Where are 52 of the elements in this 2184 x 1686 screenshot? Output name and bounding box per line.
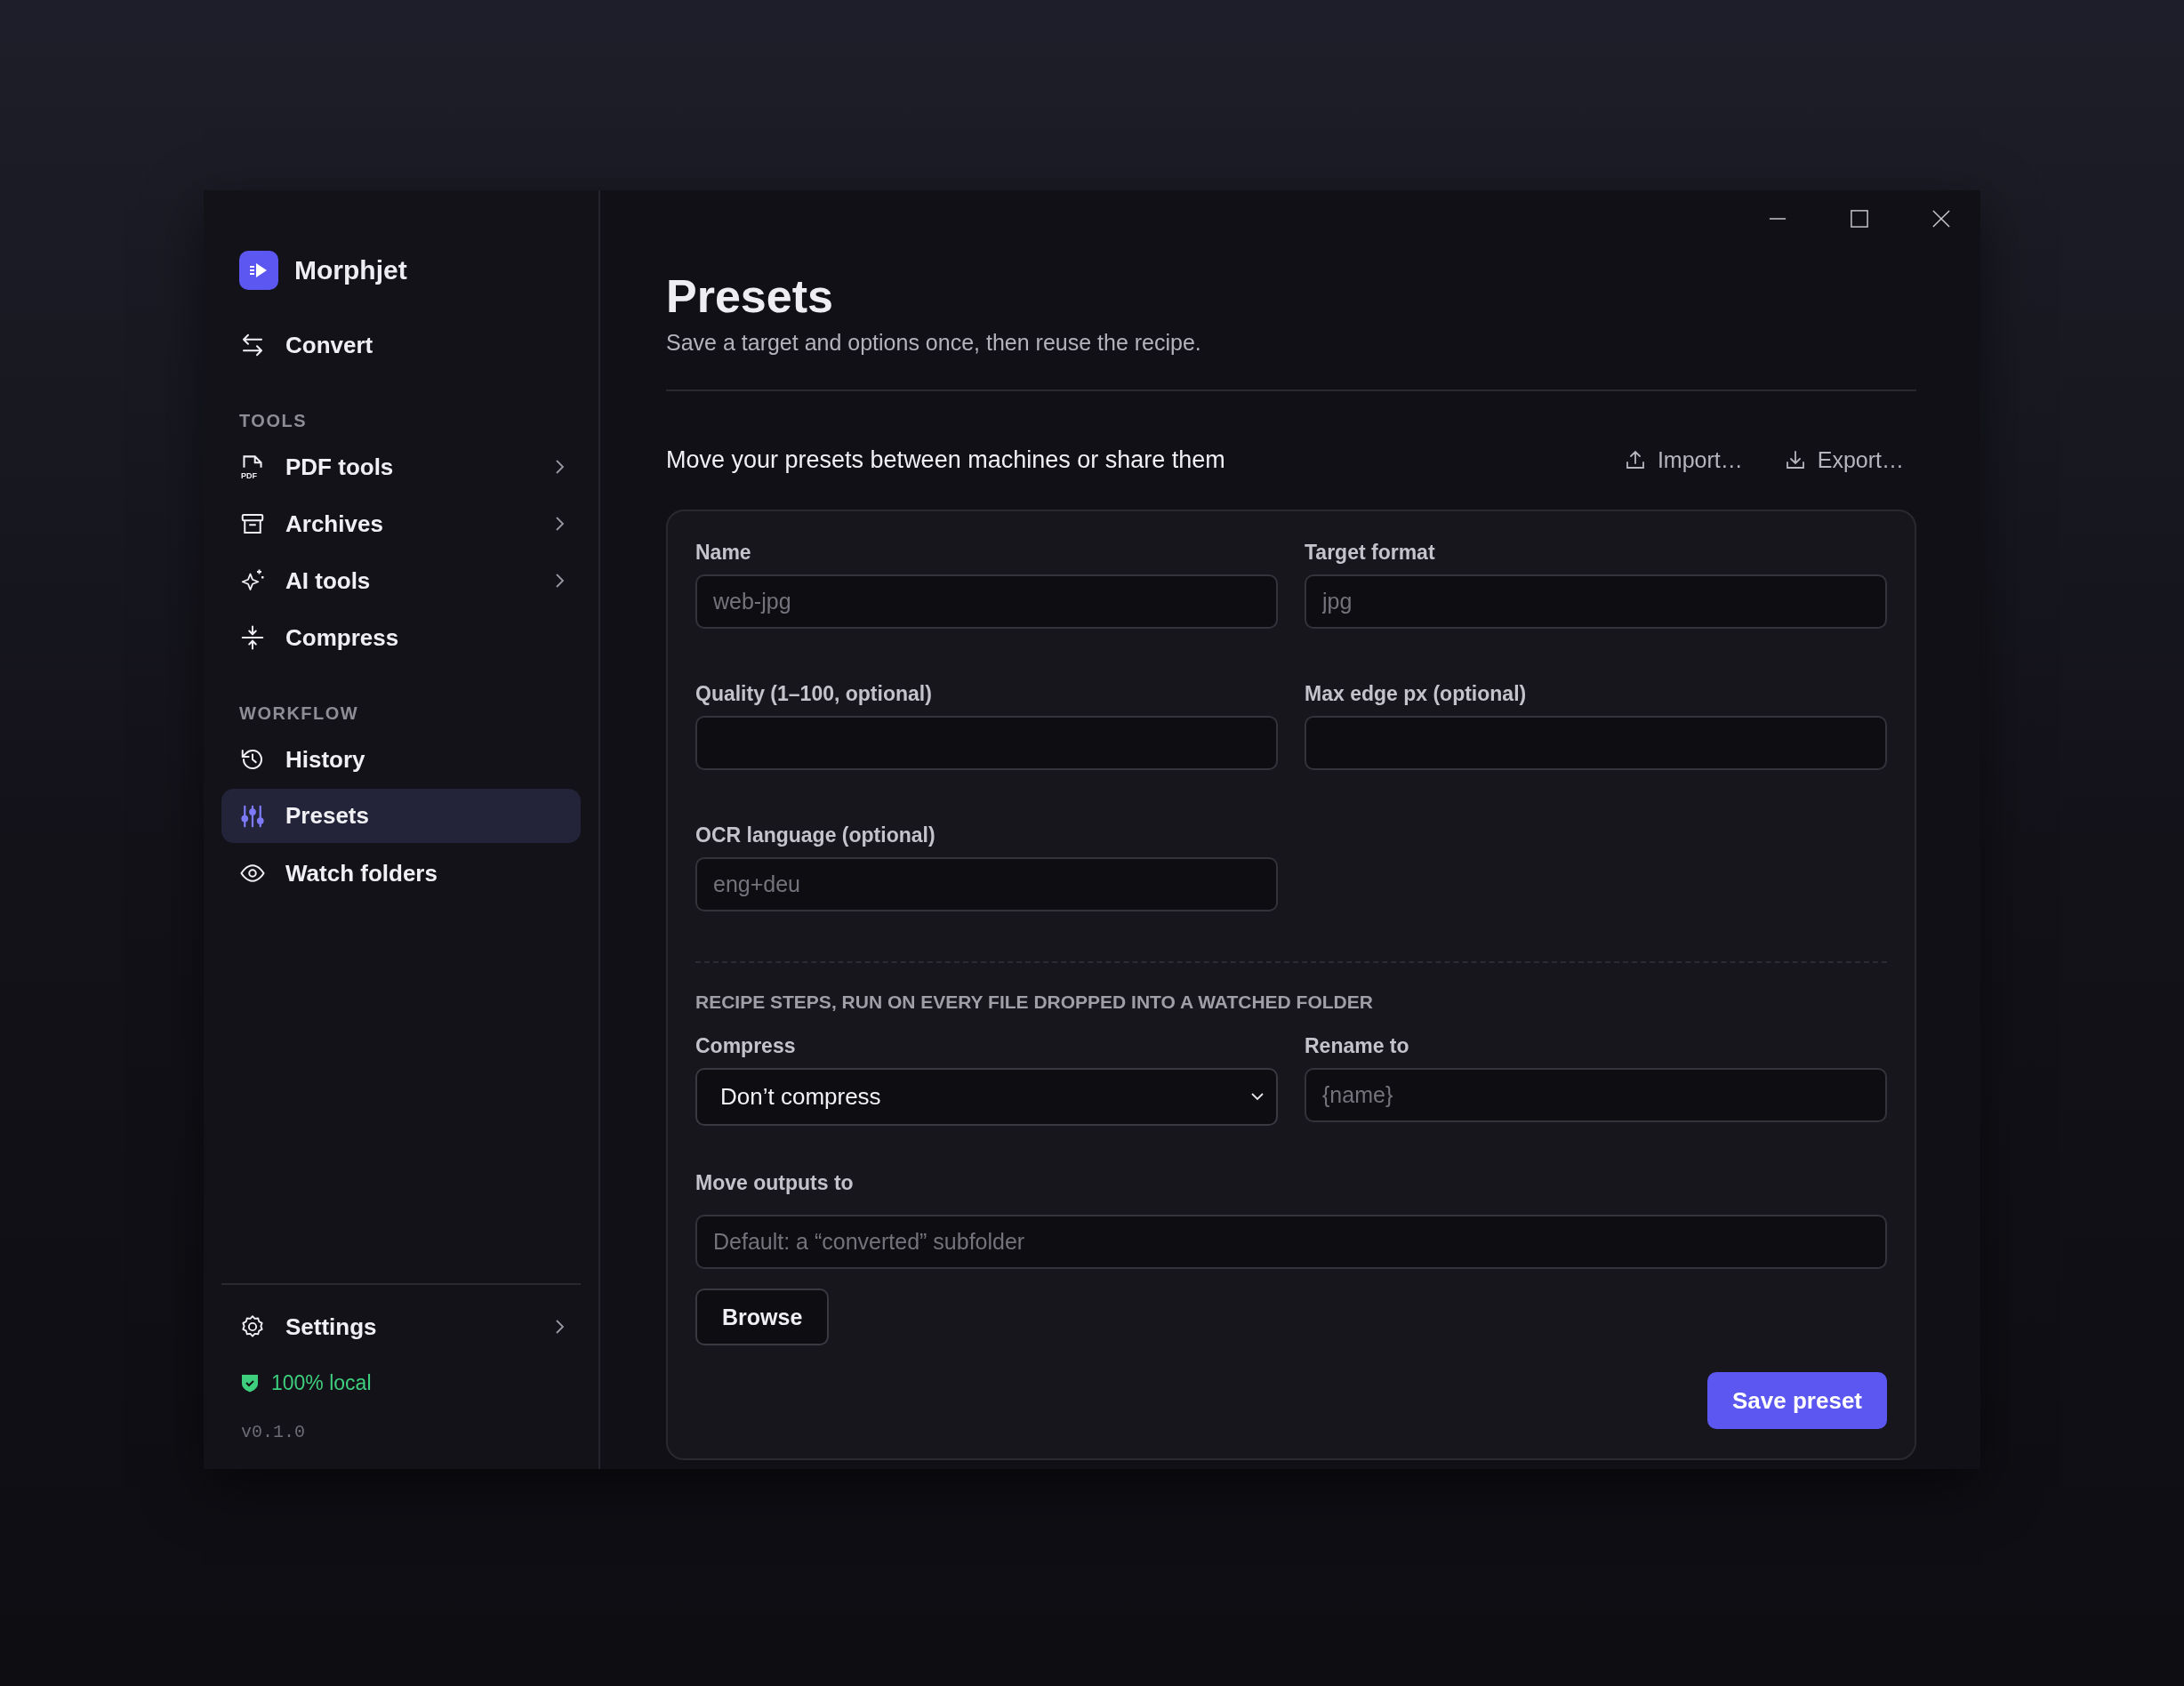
chevron-icon <box>554 572 565 590</box>
input-field[interactable]: Default: a “converted” subfolder <box>695 1215 1887 1269</box>
upload-icon <box>1625 450 1645 470</box>
field-label: Target format <box>1305 540 1436 566</box>
compress-select[interactable]: Don’t compress <box>695 1068 1278 1126</box>
maximize-icon[interactable] <box>1851 210 1868 228</box>
share-description: Move your presets between machines or share them <box>666 446 1226 474</box>
recipe-heading: RECIPE STEPS, RUN ON EVERY FILE DROPPED INTO A WATCHED FOLDER <box>695 991 1374 1014</box>
input-field[interactable] <box>1305 716 1887 770</box>
browse-button[interactable]: Browse <box>695 1289 830 1345</box>
pdf-file-icon <box>243 454 262 469</box>
page-title: Presets <box>666 269 834 324</box>
local-status: 100% local <box>271 1370 372 1395</box>
input-field[interactable] <box>695 716 1278 770</box>
export-button[interactable]: Export… <box>1772 439 1916 480</box>
chevron-icon <box>554 1318 565 1336</box>
nav-item[interactable]: PDF PDF tools <box>221 438 581 495</box>
section-heading: WORKFLOW <box>239 702 360 725</box>
field-label: Name <box>695 540 752 566</box>
nav-item[interactable]: Convert <box>221 317 581 373</box>
section-heading: TOOLS <box>239 410 309 432</box>
version-label: v0.1.0 <box>241 1421 306 1444</box>
input-field[interactable]: web-jpg <box>695 574 1278 629</box>
logo-icon <box>239 251 278 290</box>
icon-label: PDF <box>241 471 257 480</box>
caret-icon <box>1251 1093 1264 1101</box>
nav-item[interactable]: Presets <box>221 789 581 843</box>
input-field[interactable]: {name} <box>1305 1068 1887 1122</box>
field-label: Max edge px (optional) <box>1305 681 1528 707</box>
import-button[interactable]: Import… <box>1612 439 1755 480</box>
field-label: Compress <box>695 1033 797 1059</box>
chevron-icon <box>554 515 565 533</box>
input-field[interactable]: eng+deu <box>695 857 1278 911</box>
nav-item[interactable]: Watch folders <box>221 845 581 902</box>
input-field[interactable]: jpg <box>1305 574 1887 629</box>
download-icon <box>1785 450 1805 470</box>
settings-item[interactable]: Settings <box>221 1298 581 1355</box>
field-label: Rename to <box>1305 1033 1410 1059</box>
field-label: Quality (1–100, optional) <box>695 681 933 707</box>
field-label: Move outputs to <box>695 1170 855 1196</box>
compress-arrows-icon <box>239 624 266 651</box>
app-name: Morphjet <box>294 255 407 285</box>
nav-item[interactable]: Compress <box>221 609 581 666</box>
shield-check-icon <box>241 1373 259 1393</box>
close-icon[interactable] <box>1932 210 1950 228</box>
save-preset-button[interactable]: Save preset <box>1707 1372 1887 1429</box>
chevron-icon <box>554 458 565 476</box>
field-label: OCR language (optional) <box>695 823 936 848</box>
nav-item[interactable]: Archives <box>221 495 581 552</box>
nav-item[interactable]: AI tools <box>221 552 581 609</box>
nav-item[interactable]: History <box>221 731 581 788</box>
page-subtitle: Save a target and options once, then reuse the recipe. <box>666 329 1202 357</box>
